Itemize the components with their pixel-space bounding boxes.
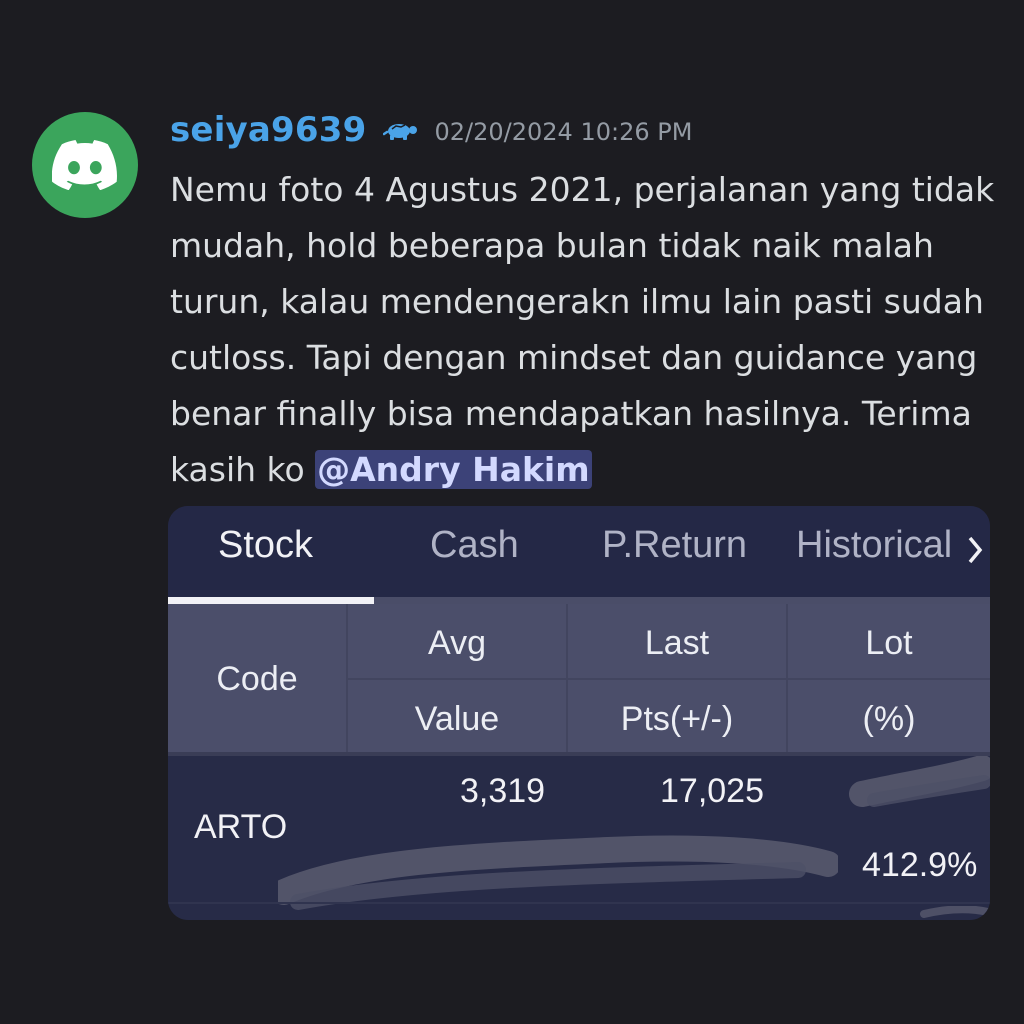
discord-logo-icon	[52, 140, 117, 190]
message-header: seiya9639 02/20/2024 10:26 PM	[170, 110, 692, 150]
tab-historical[interactable]: Historical	[796, 524, 952, 567]
redaction-scribble	[920, 906, 990, 918]
avatar[interactable]	[32, 112, 138, 218]
redaction-scribble	[849, 756, 990, 807]
cell-last: 17,025	[660, 772, 764, 810]
tab-stock[interactable]: Stock	[218, 524, 313, 567]
header-last[interactable]: Last	[568, 624, 786, 663]
turtle-icon[interactable]	[382, 118, 419, 142]
cell-code: ARTO	[194, 808, 288, 846]
header-avg[interactable]: Avg	[348, 624, 566, 663]
header-value[interactable]: Value	[348, 700, 566, 739]
message-text: Nemu foto 4 Agustus 2021, perjalanan yan…	[170, 170, 995, 489]
table-header: Code Avg Value Last Pts(+/-) Lot (%)	[168, 604, 990, 754]
cell-pct: 412.9%	[862, 846, 978, 884]
image-attachment[interactable]: Stock Cash P.Return Historical Code Avg …	[168, 506, 990, 920]
chevron-right-icon[interactable]	[964, 530, 986, 570]
header-code[interactable]: Code	[168, 660, 346, 699]
tab-p-return[interactable]: P.Return	[602, 524, 747, 567]
table-row[interactable]: ARTO 3,319 17,025 412.9%	[168, 756, 990, 920]
header-pts[interactable]: Pts(+/-)	[568, 700, 786, 739]
active-tab-indicator	[168, 597, 374, 604]
timestamp: 02/20/2024 10:26 PM	[434, 118, 693, 146]
portfolio-tabbar: Stock Cash P.Return Historical	[168, 506, 990, 604]
cell-avg: 3,319	[460, 772, 546, 810]
message-content: Nemu foto 4 Agustus 2021, perjalanan yan…	[170, 162, 1000, 498]
row-divider	[168, 902, 990, 904]
header-pct[interactable]: (%)	[788, 700, 990, 739]
username[interactable]: seiya9639	[170, 110, 367, 150]
tab-cash[interactable]: Cash	[430, 524, 519, 567]
user-mention[interactable]: @Andry Hakim	[315, 450, 592, 489]
header-row-divider	[346, 678, 990, 680]
tab-rail	[374, 597, 990, 604]
header-lot[interactable]: Lot	[788, 624, 990, 663]
discord-message: seiya9639 02/20/2024 10:26 PM Nemu foto …	[0, 0, 1024, 1024]
